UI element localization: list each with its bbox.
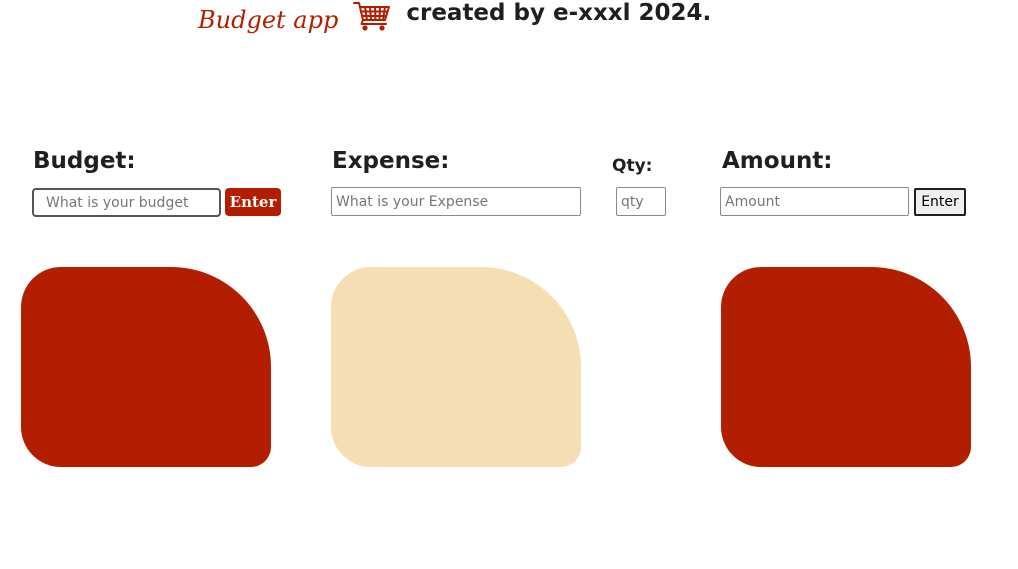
expense-card <box>331 267 581 467</box>
app-header: Budget app created by e-xxxl 2024. <box>198 0 711 42</box>
amount-enter-button[interactable]: Enter <box>914 188 966 216</box>
shopping-cart-icon <box>352 0 392 32</box>
expense-input[interactable] <box>331 187 581 216</box>
amount-input[interactable] <box>720 187 909 216</box>
amount-label: Amount: <box>722 148 833 174</box>
expense-label: Expense: <box>332 148 450 174</box>
amount-card <box>721 267 971 467</box>
credit-text: created by e-xxxl 2024. <box>406 0 712 26</box>
qty-label: Qty: <box>612 156 653 176</box>
budget-label: Budget: <box>33 148 136 174</box>
app-title: Budget app <box>198 6 339 34</box>
qty-input[interactable] <box>616 187 666 216</box>
budget-enter-button[interactable]: Enter <box>225 188 281 216</box>
budget-card <box>21 267 271 467</box>
budget-input[interactable] <box>32 188 221 217</box>
